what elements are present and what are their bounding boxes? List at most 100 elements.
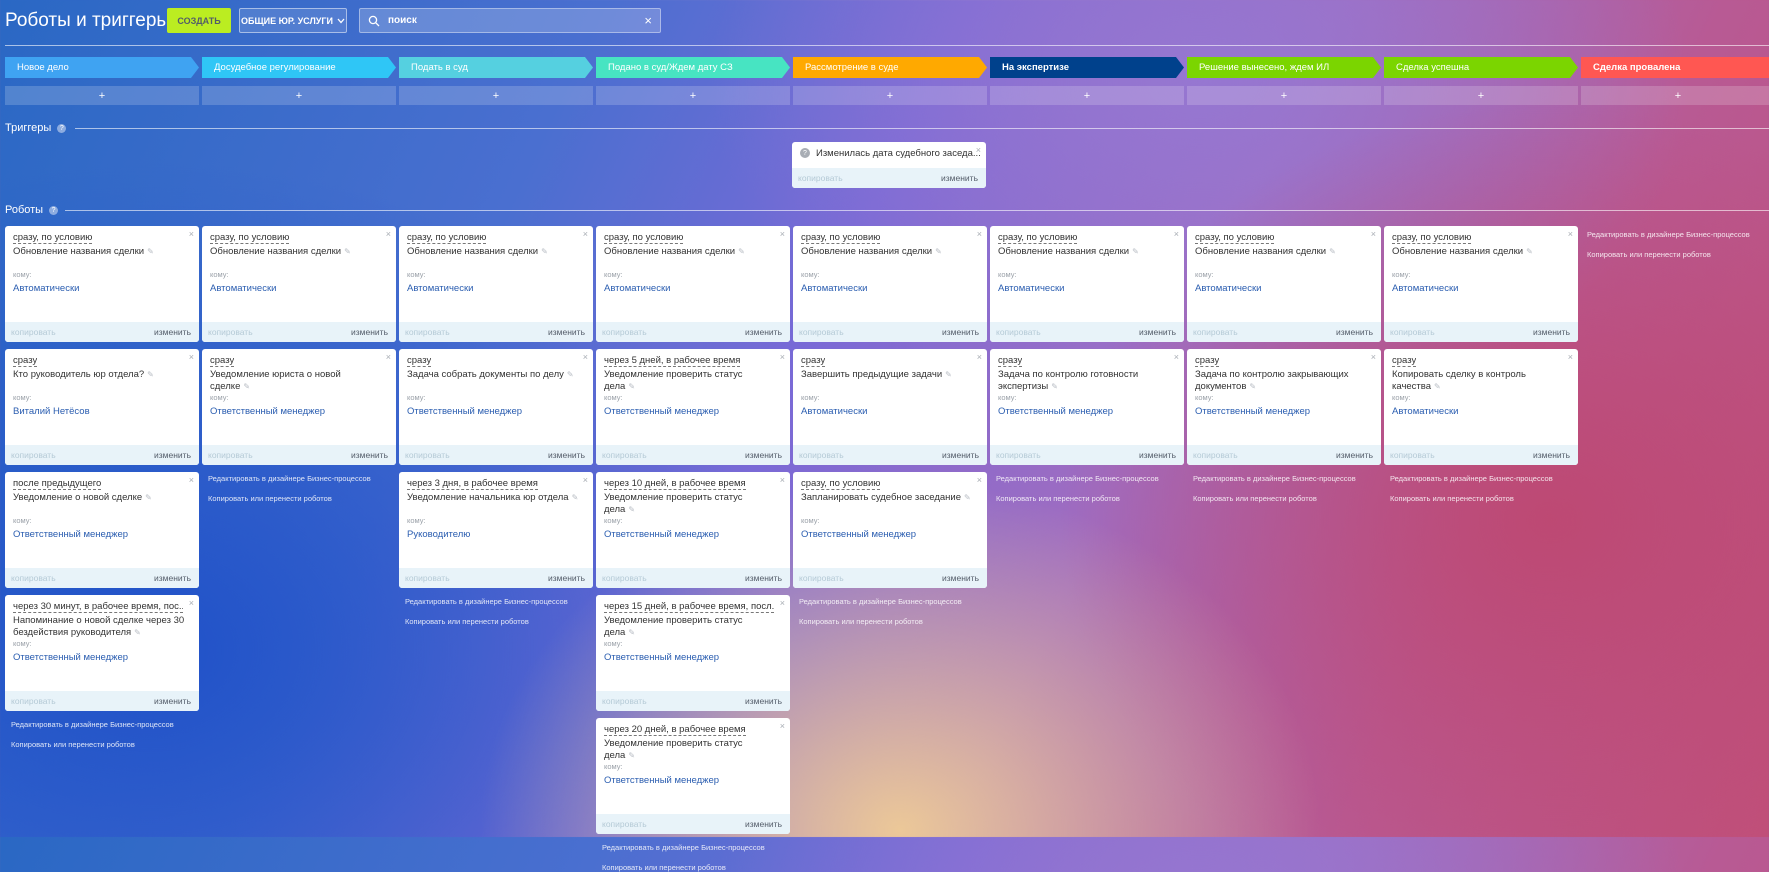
stage-8[interactable]: Сделка успешна: [1384, 57, 1578, 78]
robot-card[interactable]: × сразу Задача по контролю готовности эксп…: [990, 349, 1184, 465]
copy-link[interactable]: копировать: [11, 450, 56, 460]
close-icon[interactable]: ×: [977, 352, 982, 362]
close-icon[interactable]: ×: [583, 229, 588, 239]
robot-card[interactable]: × сразу Кто руководитель юр отдела? ✎ кому: В…: [5, 349, 199, 465]
robot-delay[interactable]: сразу, по условию: [407, 232, 487, 244]
trigger-card[interactable]: ? Изменилась дата судебного заседа... × …: [792, 142, 986, 188]
robot-card[interactable]: × сразу, по условию Обновление названия сд…: [793, 226, 987, 342]
pencil-icon[interactable]: ✎: [147, 247, 154, 256]
robot-card[interactable]: × сразу, по условию Обновление названия сд…: [596, 226, 790, 342]
robot-delay[interactable]: через 30 минут, в рабочее время, пос...: [13, 601, 183, 613]
close-icon[interactable]: ×: [1568, 352, 1573, 362]
copy-link[interactable]: копировать: [799, 327, 844, 337]
pencil-icon[interactable]: ✎: [1526, 247, 1533, 256]
robot-card[interactable]: × через 30 минут, в рабочее время, пос...…: [5, 595, 199, 711]
robot-card[interactable]: × сразу, по условию Обновление названия сд…: [1384, 226, 1578, 342]
edit-link[interactable]: изменить: [154, 696, 191, 706]
robot-delay[interactable]: через 5 дней, в рабочее время: [604, 355, 741, 367]
add-robot-button[interactable]: +: [596, 86, 790, 105]
robot-card[interactable]: × через 15 дней, в рабочее время, посл...…: [596, 595, 790, 711]
close-icon[interactable]: ×: [1174, 352, 1179, 362]
copy-link[interactable]: копировать: [11, 696, 56, 706]
stage-6[interactable]: На экспертизе: [990, 57, 1184, 78]
copy-link[interactable]: копировать: [405, 327, 450, 337]
robot-card[interactable]: × сразу, по условию Обновление названия сд…: [202, 226, 396, 342]
create-button[interactable]: СОЗДАТЬ: [167, 8, 231, 33]
edit-link[interactable]: изменить: [1533, 327, 1570, 337]
pencil-icon[interactable]: ✎: [147, 370, 154, 379]
copy-link[interactable]: копировать: [798, 173, 843, 183]
pencil-icon[interactable]: ✎: [628, 628, 635, 637]
copy-link[interactable]: копировать: [799, 450, 844, 460]
add-robot-button[interactable]: +: [1187, 86, 1381, 105]
bp-designer-link[interactable]: Редактировать в дизайнере Бизнес-процесс…: [1193, 474, 1356, 483]
close-icon[interactable]: ×: [189, 475, 194, 485]
robot-delay[interactable]: сразу, по условию: [210, 232, 290, 244]
robot-delay[interactable]: через 3 дня, в рабочее время: [407, 478, 538, 490]
robot-card[interactable]: × сразу, по условию Запланировать судебное…: [793, 472, 987, 588]
edit-link[interactable]: изменить: [745, 450, 782, 460]
copy-link[interactable]: копировать: [799, 573, 844, 583]
close-icon[interactable]: ×: [977, 475, 982, 485]
close-icon[interactable]: ×: [780, 598, 785, 608]
copy-link[interactable]: копировать: [602, 450, 647, 460]
add-robot-button[interactable]: +: [1581, 86, 1769, 105]
edit-link[interactable]: изменить: [1336, 327, 1373, 337]
bp-designer-link[interactable]: Редактировать в дизайнере Бизнес-процесс…: [602, 843, 765, 852]
robot-delay[interactable]: через 10 дней, в рабочее время: [604, 478, 746, 490]
help-icon[interactable]: ?: [57, 123, 67, 133]
robot-delay[interactable]: сразу: [801, 355, 826, 367]
edit-link[interactable]: изменить: [1139, 450, 1176, 460]
close-icon[interactable]: ×: [1568, 229, 1573, 239]
edit-link[interactable]: изменить: [351, 327, 388, 337]
robot-card[interactable]: × после предыдущего Уведомление о новой сд…: [5, 472, 199, 588]
bp-designer-link[interactable]: Редактировать в дизайнере Бизнес-процесс…: [1390, 474, 1553, 483]
close-icon[interactable]: ×: [1371, 352, 1376, 362]
copy-link[interactable]: копировать: [1390, 450, 1435, 460]
copy-link[interactable]: копировать: [405, 450, 450, 460]
robot-delay[interactable]: сразу: [407, 355, 432, 367]
copy-link[interactable]: копировать: [1390, 327, 1435, 337]
robot-delay[interactable]: через 20 дней, в рабочее время: [604, 724, 746, 736]
edit-link[interactable]: изменить: [942, 450, 979, 460]
robot-delay[interactable]: сразу: [1392, 355, 1417, 367]
copy-link[interactable]: копировать: [1193, 327, 1238, 337]
pencil-icon[interactable]: ✎: [243, 382, 250, 391]
robot-card[interactable]: × сразу, по условию Обновление названия сд…: [399, 226, 593, 342]
edit-link[interactable]: изменить: [548, 327, 585, 337]
pencil-icon[interactable]: ✎: [567, 370, 574, 379]
clear-search-icon[interactable]: ×: [644, 13, 652, 28]
robot-card[interactable]: × сразу, по условию Обновление названия сд…: [5, 226, 199, 342]
robot-delay[interactable]: сразу: [998, 355, 1023, 367]
copy-move-robots-link[interactable]: Копировать или перенести роботов: [11, 740, 135, 749]
add-robot-button[interactable]: +: [399, 86, 593, 105]
copy-move-robots-link[interactable]: Копировать или перенести роботов: [1390, 494, 1514, 503]
bp-designer-link[interactable]: Редактировать в дизайнере Бизнес-процесс…: [11, 720, 174, 729]
robot-delay[interactable]: сразу, по условию: [604, 232, 684, 244]
copy-link[interactable]: копировать: [11, 327, 56, 337]
robot-delay[interactable]: сразу, по условию: [801, 478, 881, 490]
robot-card[interactable]: × сразу Задача собрать документы по делу ✎ к…: [399, 349, 593, 465]
robot-card[interactable]: × сразу Уведомление юриста о новой сделке ✎…: [202, 349, 396, 465]
pencil-icon[interactable]: ✎: [1051, 382, 1058, 391]
add-robot-button[interactable]: +: [202, 86, 396, 105]
pencil-icon[interactable]: ✎: [134, 628, 141, 637]
pencil-icon[interactable]: ✎: [145, 493, 152, 502]
robot-delay[interactable]: сразу, по условию: [13, 232, 93, 244]
stage-3[interactable]: Подать в суд: [399, 57, 593, 78]
pencil-icon[interactable]: ✎: [628, 505, 635, 514]
edit-link[interactable]: изменить: [745, 696, 782, 706]
robot-delay[interactable]: сразу: [13, 355, 38, 367]
add-robot-button[interactable]: +: [793, 86, 987, 105]
close-icon[interactable]: ×: [386, 229, 391, 239]
close-icon[interactable]: ×: [583, 475, 588, 485]
close-icon[interactable]: ×: [189, 598, 194, 608]
edit-link[interactable]: изменить: [941, 173, 978, 183]
pencil-icon[interactable]: ✎: [935, 247, 942, 256]
stage-4[interactable]: Подано в суд/Ждем дату СЗ: [596, 57, 790, 78]
pencil-icon[interactable]: ✎: [1329, 247, 1336, 256]
pencil-icon[interactable]: ✎: [628, 382, 635, 391]
copy-move-robots-link[interactable]: Копировать или перенести роботов: [405, 617, 529, 626]
close-icon[interactable]: ×: [780, 475, 785, 485]
bp-designer-link[interactable]: Редактировать в дизайнере Бизнес-процесс…: [405, 597, 568, 606]
